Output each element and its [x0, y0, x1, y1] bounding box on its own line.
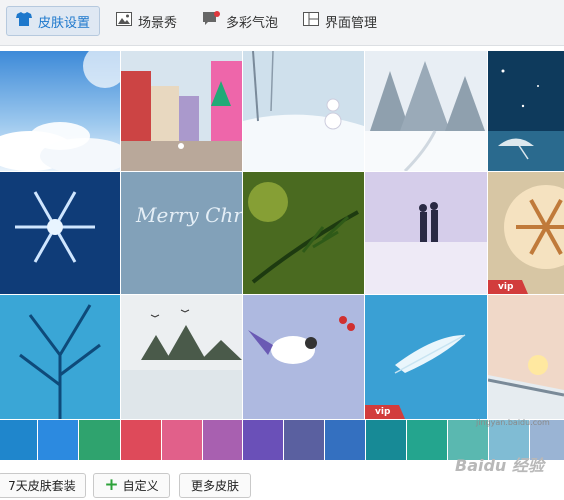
- more-skins-button[interactable]: 更多皮肤: [179, 473, 251, 498]
- skin-tile-sky-clouds[interactable]: [0, 51, 120, 171]
- skin-grid: Merry Christmas vip: [0, 51, 564, 419]
- skin-tile-pine-branch[interactable]: [243, 172, 364, 294]
- color-swatch[interactable]: [121, 420, 161, 460]
- layout-icon: [303, 12, 319, 30]
- color-swatch[interactable]: [0, 420, 37, 460]
- tab-scene-show[interactable]: 场景秀: [116, 6, 177, 36]
- shirt-icon: [16, 12, 32, 30]
- skin-tile-snowflake[interactable]: [0, 172, 120, 294]
- color-swatch[interactable]: [325, 420, 365, 460]
- skin-tile-snowy-forest[interactable]: [365, 51, 487, 171]
- plus-icon: +: [104, 475, 119, 495]
- tab-scene-show-label: 场景秀: [138, 15, 178, 31]
- skin-tile-umbrella-night[interactable]: [488, 51, 564, 171]
- custom-skin-button[interactable]: + 自定义: [93, 473, 170, 498]
- tab-interface-management-label: 界面管理: [325, 15, 378, 31]
- color-swatch[interactable]: [284, 420, 324, 460]
- skin-tile-snowman[interactable]: [243, 51, 364, 171]
- color-swatch[interactable]: [407, 420, 447, 460]
- baidu-watermark-url: jingyan.baidu.com: [476, 418, 550, 427]
- merry-christmas-text: Merry Christmas: [135, 203, 242, 227]
- color-swatch[interactable]: [162, 420, 202, 460]
- baidu-watermark: Baidu 经验: [455, 456, 544, 475]
- color-swatch[interactable]: [38, 420, 78, 460]
- skin-tile-winter-lake[interactable]: [121, 295, 242, 419]
- seven-day-skin-package-label: 7天皮肤套装: [8, 479, 76, 493]
- skin-tile-snowy-bridge[interactable]: [488, 295, 564, 419]
- more-skins-label: 更多皮肤: [190, 479, 239, 493]
- chat-bubble-icon: [202, 11, 220, 31]
- vip-badge: vip: [488, 280, 528, 294]
- skin-tile-latte-art[interactable]: vip: [488, 172, 564, 294]
- skin-tile-merry-christmas[interactable]: Merry Christmas: [121, 172, 242, 294]
- tab-colorful-bubbles-label: 多彩气泡: [226, 15, 279, 31]
- tab-skin-settings[interactable]: 皮肤设置: [6, 6, 100, 36]
- tab-skin-settings-label: 皮肤设置: [38, 15, 91, 31]
- skin-tile-christmas-street[interactable]: [121, 51, 242, 171]
- picture-icon: [116, 12, 132, 30]
- tab-interface-management[interactable]: 界面管理: [303, 6, 377, 36]
- skin-tile-feather[interactable]: vip: [365, 295, 487, 419]
- skin-tile-winter-bird[interactable]: [243, 295, 364, 419]
- tab-colorful-bubbles[interactable]: 多彩气泡: [202, 6, 278, 36]
- seven-day-skin-package-button[interactable]: 7天皮肤套装: [0, 473, 86, 498]
- color-swatch[interactable]: [366, 420, 406, 460]
- vip-badge: vip: [365, 405, 405, 419]
- custom-skin-label: 自定义: [122, 479, 159, 493]
- top-toolbar: 皮肤设置 场景秀 多彩气泡 界面管理: [0, 0, 564, 46]
- color-swatch[interactable]: [79, 420, 120, 460]
- color-swatch[interactable]: [243, 420, 283, 460]
- color-swatch[interactable]: [203, 420, 242, 460]
- skin-tile-couple-walk[interactable]: [365, 172, 487, 294]
- skin-tile-frozen-tree[interactable]: [0, 295, 120, 419]
